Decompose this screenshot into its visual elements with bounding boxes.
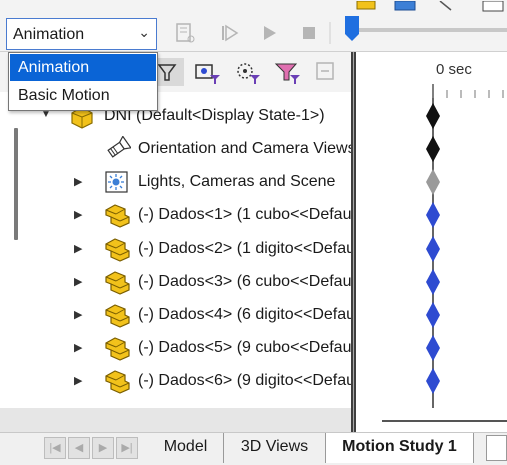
tree-item[interactable]: ▶ (-) Dados<1> (1 cubo<<Default> bbox=[0, 199, 352, 232]
timeline-key[interactable] bbox=[426, 335, 440, 362]
tree-item-label: (-) Dados<4> (6 digito<<Default> bbox=[138, 306, 352, 323]
filter-selected-icon bbox=[237, 63, 260, 84]
tab-motion-study-label: Motion Study 1 bbox=[342, 438, 457, 455]
pane-splitter-highlight bbox=[353, 52, 354, 432]
timeline-ruler-ticks bbox=[432, 84, 504, 98]
part-icon bbox=[103, 202, 131, 229]
tree-item[interactable]: ▶ (-) Dados<3> (6 cubo<<Default> bbox=[0, 266, 352, 299]
tree-item[interactable]: ▶ (-) Dados<6> (9 digito<<Default> bbox=[0, 365, 352, 398]
option-animation[interactable]: Animation bbox=[10, 54, 156, 81]
tree-item-label: (-) Dados<2> (1 digito<<Default> bbox=[138, 239, 352, 257]
separator-graphic bbox=[329, 22, 331, 44]
study-type-value: Animation bbox=[13, 26, 85, 43]
partial-icons-graphic bbox=[356, 0, 504, 12]
next-tab-icon[interactable]: ▶ bbox=[92, 437, 114, 459]
prev-tab-icon[interactable]: ◀ bbox=[68, 437, 90, 459]
tree-item[interactable]: Orientation and Camera Views bbox=[0, 133, 352, 166]
tab-motion-study-1[interactable]: Motion Study 1 bbox=[326, 433, 474, 463]
tree-item-label: (-) Dados<6> (9 digito<<Default> bbox=[138, 372, 352, 390]
tab-3d-views[interactable]: 3D Views bbox=[224, 433, 326, 463]
timeline-key-root[interactable] bbox=[426, 103, 440, 129]
tree-vertical-scrollbar[interactable] bbox=[14, 128, 18, 240]
study-type-dropdown[interactable]: Animation Basic Motion bbox=[8, 52, 158, 111]
calculate-icon-graphic bbox=[176, 23, 195, 43]
timeline-key[interactable] bbox=[426, 268, 440, 295]
expand-arrow-icon[interactable]: ▶ bbox=[74, 275, 84, 289]
option-animation-label: Animation bbox=[18, 59, 90, 76]
tree-item-label: (-) Dados<3> (6 cubo<<Default> bbox=[138, 272, 352, 290]
study-type-select[interactable]: Animation ⌄ bbox=[6, 18, 157, 50]
slider-thumb-graphic bbox=[345, 16, 359, 41]
time-slider-thumb[interactable] bbox=[344, 16, 360, 42]
first-tab-icon[interactable]: |◀ bbox=[44, 437, 66, 459]
tree-item-label: Lights, Cameras and Scene bbox=[138, 173, 336, 191]
filter-results-icon bbox=[274, 63, 300, 84]
play-from-start-graphic bbox=[222, 24, 239, 42]
expand-arrow-icon[interactable]: ▶ bbox=[74, 341, 84, 355]
collapse-tree-icon bbox=[316, 62, 334, 80]
play-from-start-icon[interactable] bbox=[218, 22, 240, 44]
calculate-icon[interactable] bbox=[174, 22, 196, 44]
timeline-key[interactable] bbox=[426, 235, 440, 262]
toolbar-separator bbox=[326, 22, 334, 44]
filter-driving-icon bbox=[195, 64, 220, 84]
tree-item-label: Orientation and Camera Views bbox=[138, 140, 352, 157]
tab-model-label: Model bbox=[163, 438, 208, 455]
tree-item[interactable]: ▶ (-) Dados<5> (9 cubo<<Default> bbox=[0, 332, 352, 365]
part-icon bbox=[103, 236, 131, 262]
tree-horizontal-scrollbar[interactable] bbox=[0, 408, 351, 432]
tree-item-label: (-) Dados<5> (9 cubo<<Default> bbox=[138, 339, 352, 357]
tree-item[interactable]: ▶ (-) Dados<2> (1 digito<<Default> bbox=[0, 233, 352, 266]
play-icon[interactable] bbox=[258, 22, 280, 44]
collapse-tree-button[interactable] bbox=[312, 58, 342, 86]
tab-bar-end bbox=[486, 435, 507, 461]
filter-results-button[interactable] bbox=[272, 58, 302, 86]
part-icon bbox=[103, 302, 131, 328]
stop-icon[interactable] bbox=[298, 22, 320, 44]
expand-arrow-icon[interactable]: ▶ bbox=[74, 308, 84, 322]
tree-item-label: (-) Dados<1> (1 cubo<<Default> bbox=[138, 206, 352, 224]
timeline-key[interactable] bbox=[426, 136, 440, 162]
timeline-key[interactable] bbox=[426, 302, 440, 328]
key-diamond-root bbox=[426, 103, 440, 129]
filter-selected-button[interactable] bbox=[232, 58, 262, 86]
part-icon bbox=[103, 269, 131, 295]
time-slider-track[interactable] bbox=[352, 28, 507, 32]
tree-item[interactable]: ▶ Lights, Cameras and Scene bbox=[0, 166, 352, 199]
tab-3d-views-label: 3D Views bbox=[240, 438, 309, 455]
last-tab-icon[interactable]: ▶| bbox=[116, 437, 138, 459]
play-graphic bbox=[264, 26, 276, 40]
chevron-down-icon: ⌄ bbox=[138, 24, 150, 40]
timeline-key[interactable] bbox=[426, 368, 440, 395]
lights-scene-icon bbox=[103, 169, 131, 195]
part-icon bbox=[103, 368, 131, 395]
option-basic-motion-label: Basic Motion bbox=[18, 87, 110, 104]
toolbar-partial-icons bbox=[355, 0, 507, 12]
part-icon bbox=[103, 335, 131, 361]
motion-feature-tree: ▼ DNI (Default<Display State-1>) Orienta… bbox=[0, 92, 352, 408]
filter-driving-button[interactable] bbox=[192, 58, 222, 86]
timeline-scroll-thumb[interactable] bbox=[382, 420, 507, 422]
tab-model[interactable]: Model bbox=[148, 433, 224, 463]
timeline-ruler[interactable] bbox=[432, 82, 507, 98]
expand-arrow-icon[interactable]: ▶ bbox=[74, 208, 84, 222]
timeline-time-label: 0 sec bbox=[436, 61, 472, 78]
stop-graphic bbox=[303, 27, 315, 39]
timeline-key[interactable] bbox=[426, 169, 440, 196]
camera-views-icon bbox=[103, 135, 132, 162]
timeline-key[interactable] bbox=[426, 202, 440, 229]
expand-arrow-icon[interactable]: ▶ bbox=[74, 175, 84, 189]
option-basic-motion[interactable]: Basic Motion bbox=[10, 82, 156, 109]
expand-arrow-icon[interactable]: ▶ bbox=[74, 374, 84, 388]
expand-arrow-icon[interactable]: ▶ bbox=[74, 242, 84, 256]
tree-item[interactable]: ▶ (-) Dados<4> (6 digito<<Default> bbox=[0, 299, 352, 332]
